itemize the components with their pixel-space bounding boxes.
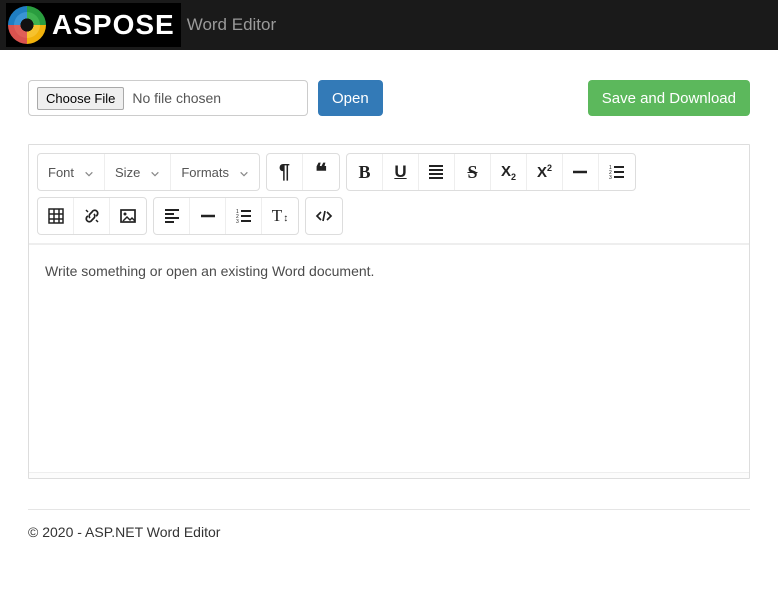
unlink-button[interactable]: [74, 198, 110, 234]
font-label: Font: [48, 165, 74, 180]
quote-icon: ❝: [315, 167, 327, 177]
underline-button[interactable]: U: [383, 154, 419, 190]
svg-text:3: 3: [609, 175, 612, 181]
align-justify-icon: [427, 163, 445, 181]
bold-button[interactable]: B: [347, 154, 383, 190]
footer-text: © 2020 - ASP.NET Word Editor: [0, 524, 778, 560]
blockquote-button[interactable]: ❝: [303, 154, 339, 190]
source-code-button[interactable]: [306, 198, 342, 234]
font-group: Font Size Formats: [37, 153, 260, 191]
pilcrow-button[interactable]: ¶: [267, 154, 303, 190]
choose-file-button[interactable]: Choose File: [37, 87, 124, 110]
formats-label: Formats: [181, 165, 229, 180]
size-label: Size: [115, 165, 140, 180]
layout-group: 1 2 3 T↕: [153, 197, 299, 235]
numbered-list-icon: 1 2 3: [608, 163, 626, 181]
align-left-icon: [163, 207, 181, 225]
strikethrough-icon: S: [467, 162, 477, 183]
save-download-button[interactable]: Save and Download: [588, 80, 750, 116]
strikethrough-button[interactable]: S: [455, 154, 491, 190]
table-button[interactable]: [38, 198, 74, 234]
app-header: ASPOSE Word Editor: [0, 0, 778, 50]
chevron-down-icon: [84, 167, 94, 177]
insert-group: [37, 197, 147, 235]
logo-group: ASPOSE: [6, 3, 181, 47]
chevron-down-icon: [150, 167, 160, 177]
superscript-icon: X2: [537, 163, 552, 181]
hr-button[interactable]: [563, 154, 599, 190]
formatting-group: B U S X2 X2: [346, 153, 636, 191]
ordered-list-button[interactable]: 1 2 3: [226, 198, 262, 234]
subscript-icon: X2: [501, 163, 516, 182]
align-left-button[interactable]: [154, 198, 190, 234]
numbered-list-button[interactable]: 1 2 3: [599, 154, 635, 190]
chevron-down-icon: [239, 167, 249, 177]
svg-text:3: 3: [236, 219, 239, 225]
unlink-icon: [83, 207, 101, 225]
underline-icon: U: [394, 162, 406, 182]
image-icon: [119, 207, 137, 225]
font-dropdown[interactable]: Font: [38, 154, 105, 190]
ordered-list-icon: 1 2 3: [235, 207, 253, 225]
table-icon: [47, 207, 65, 225]
file-input[interactable]: Choose File No file chosen: [28, 80, 308, 116]
editor-toolbar: Font Size Formats: [29, 145, 749, 244]
open-button[interactable]: Open: [318, 80, 383, 116]
code-group: [305, 197, 343, 235]
formats-dropdown[interactable]: Formats: [171, 154, 259, 190]
footer-divider: [28, 509, 750, 510]
superscript-button[interactable]: X2: [527, 154, 563, 190]
file-controls-row: Choose File No file chosen Open Save and…: [28, 80, 750, 116]
size-dropdown[interactable]: Size: [105, 154, 171, 190]
app-subtitle: Word Editor: [187, 15, 276, 35]
image-button[interactable]: [110, 198, 146, 234]
editor-content-area[interactable]: Write something or open an existing Word…: [29, 244, 749, 472]
file-chosen-text: No file chosen: [132, 90, 221, 106]
text-height-button[interactable]: T↕: [262, 198, 298, 234]
subscript-button[interactable]: X2: [491, 154, 527, 190]
bold-icon: B: [358, 162, 370, 183]
align-justify-button[interactable]: [419, 154, 455, 190]
aspose-logo-icon: [8, 6, 46, 44]
pilcrow-icon: ¶: [279, 161, 290, 184]
minus-icon: [571, 163, 589, 181]
brand-name: ASPOSE: [52, 9, 175, 41]
editor-statusbar: [29, 472, 749, 478]
editor-wrapper: Font Size Formats: [28, 144, 750, 479]
code-icon: [315, 207, 333, 225]
text-height-icon: T↕: [272, 206, 288, 226]
hr2-button[interactable]: [190, 198, 226, 234]
minus-icon: [199, 207, 217, 225]
paragraph-group: ¶ ❝: [266, 153, 340, 191]
